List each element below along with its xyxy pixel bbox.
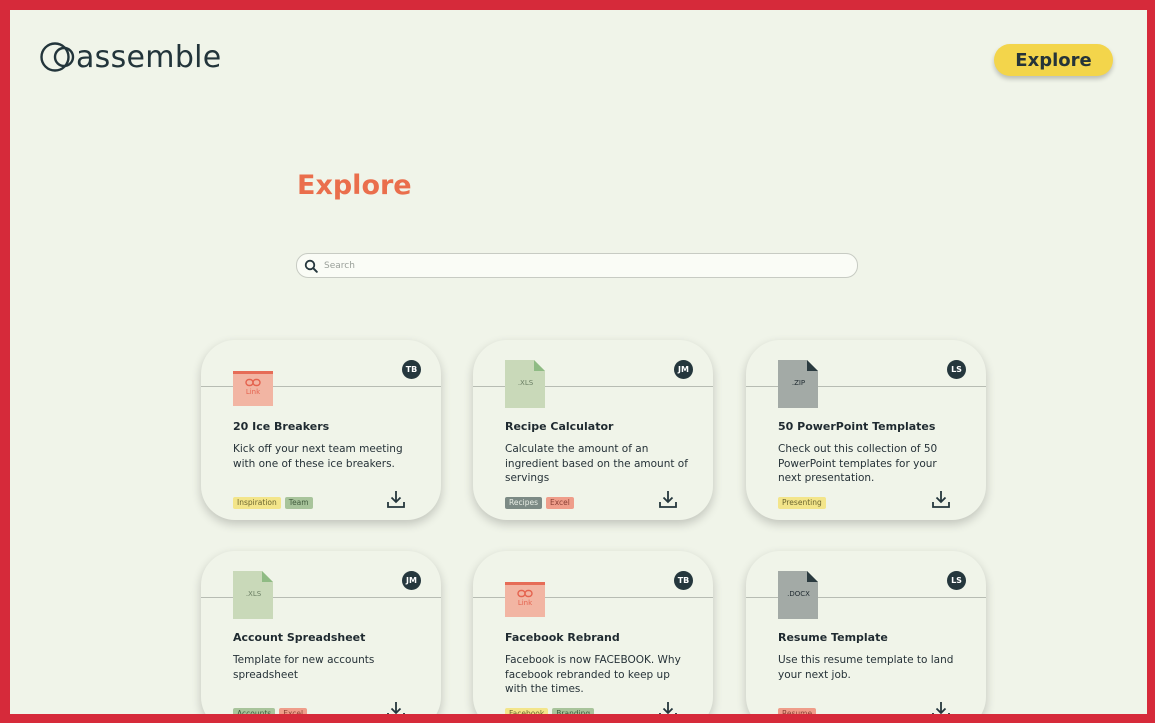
file-type-label: .DOCX bbox=[787, 590, 810, 598]
author-avatar[interactable]: LS bbox=[947, 360, 966, 379]
tag-list: Recipes Excel bbox=[505, 497, 574, 509]
tag[interactable]: Inspiration bbox=[233, 497, 281, 509]
search-input[interactable] bbox=[322, 259, 826, 272]
author-avatar[interactable]: JM bbox=[674, 360, 693, 379]
card-title: Facebook Rebrand bbox=[505, 631, 620, 644]
author-avatar[interactable]: TB bbox=[402, 360, 421, 379]
search-icon bbox=[304, 259, 318, 273]
link-thumbnail: Link bbox=[505, 582, 545, 617]
card-title: Account Spreadsheet bbox=[233, 631, 366, 644]
author-avatar[interactable]: LS bbox=[947, 571, 966, 590]
tag-list: Resume bbox=[778, 708, 817, 714]
download-icon[interactable] bbox=[932, 490, 950, 509]
tag[interactable]: Team bbox=[284, 497, 313, 509]
card-description: Template for new accounts spreadsheet bbox=[233, 654, 375, 681]
author-avatar[interactable]: TB bbox=[674, 571, 693, 590]
author-avatar[interactable]: JM bbox=[402, 571, 421, 590]
brand-name: assemble bbox=[76, 39, 222, 75]
card-description: Kick off your next team meeting with one… bbox=[233, 443, 403, 470]
resource-card[interactable]: .ZIP LS 50 PowerPoint Templates Check ou… bbox=[746, 340, 986, 520]
link-label: Link bbox=[245, 388, 261, 396]
download-icon[interactable] bbox=[659, 701, 677, 714]
tag-list: Accounts Excel bbox=[233, 708, 308, 714]
tag[interactable]: Resume bbox=[778, 708, 817, 714]
card-description: Use this resume template to land your ne… bbox=[778, 654, 954, 681]
link-chain-icon bbox=[517, 589, 533, 598]
search-bar[interactable] bbox=[296, 253, 858, 278]
card-title: 50 PowerPoint Templates bbox=[778, 420, 936, 433]
card-thumbnail: Link bbox=[233, 360, 274, 409]
tag-list: Facebook Branding bbox=[505, 708, 595, 714]
resource-card[interactable]: .DOCX LS Resume Template Use this resume… bbox=[746, 551, 986, 714]
tag[interactable]: Facebook bbox=[505, 708, 549, 714]
tag[interactable]: Presenting bbox=[778, 497, 826, 509]
resource-card[interactable]: .XLS JM Recipe Calculator Calculate the … bbox=[473, 340, 713, 520]
card-thumbnail: .ZIP bbox=[778, 360, 819, 409]
card-title: Resume Template bbox=[778, 631, 888, 644]
tag[interactable]: Accounts bbox=[233, 708, 276, 714]
explore-button[interactable]: Explore bbox=[994, 44, 1113, 76]
link-label: Link bbox=[517, 599, 533, 607]
card-thumbnail: .DOCX bbox=[778, 571, 819, 620]
card-description: Calculate the amount of an ingredient ba… bbox=[505, 443, 688, 484]
card-description: Check out this collection of 50 PowerPoi… bbox=[778, 443, 938, 484]
download-icon[interactable] bbox=[932, 701, 950, 714]
tag[interactable]: Branding bbox=[552, 708, 595, 714]
brand-logo[interactable]: assemble bbox=[40, 39, 222, 75]
assemble-logo-icon bbox=[40, 42, 75, 72]
app-frame: assemble Explore Explore Link TB 20 Ice … bbox=[10, 10, 1147, 714]
tag[interactable]: Excel bbox=[279, 708, 308, 714]
resource-card[interactable]: .XLS JM Account Spreadsheet Template for… bbox=[201, 551, 441, 714]
card-thumbnail: Link bbox=[505, 571, 546, 620]
card-title: Recipe Calculator bbox=[505, 420, 614, 433]
tag[interactable]: Excel bbox=[545, 497, 574, 509]
download-icon[interactable] bbox=[387, 490, 405, 509]
card-thumbnail: .XLS bbox=[233, 571, 274, 620]
resource-card[interactable]: Link TB Facebook Rebrand Facebook is now… bbox=[473, 551, 713, 714]
card-thumbnail: .XLS bbox=[505, 360, 546, 409]
resource-card[interactable]: Link TB 20 Ice Breakers Kick off your ne… bbox=[201, 340, 441, 520]
tag-list: Presenting bbox=[778, 497, 826, 509]
file-type-label: .XLS bbox=[245, 590, 262, 598]
card-description: Facebook is now FACEBOOK. Why facebook r… bbox=[505, 654, 681, 695]
link-chain-icon bbox=[245, 378, 261, 387]
file-type-label: .XLS bbox=[517, 379, 534, 387]
download-icon[interactable] bbox=[387, 701, 405, 714]
page-title: Explore bbox=[297, 170, 412, 201]
download-icon[interactable] bbox=[659, 490, 677, 509]
file-type-label: .ZIP bbox=[791, 379, 806, 387]
tag-list: Inspiration Team bbox=[233, 497, 313, 509]
tag[interactable]: Recipes bbox=[505, 497, 542, 509]
card-title: 20 Ice Breakers bbox=[233, 420, 330, 433]
link-thumbnail: Link bbox=[233, 371, 273, 406]
